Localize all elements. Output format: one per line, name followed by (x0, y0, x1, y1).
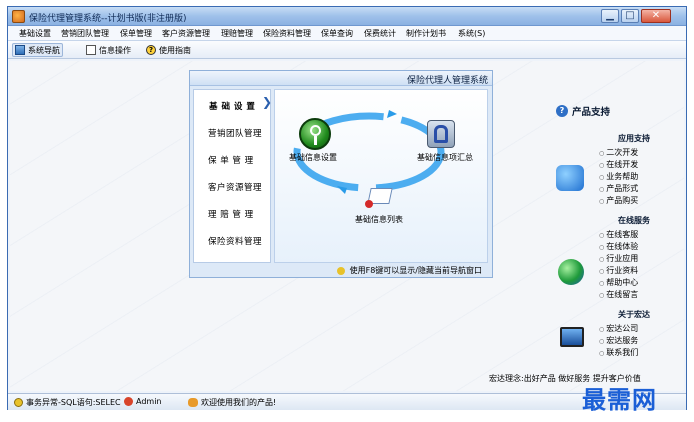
toolbar: 系统导航 信息操作 ? 使用指南 (8, 41, 686, 59)
nav-item-customers[interactable]: 客户资源管理 (208, 181, 262, 193)
nav-item-basic-settings[interactable]: 基 础 设 置 (209, 100, 255, 112)
person-icon (434, 125, 448, 143)
help-circle-icon: ? (556, 105, 568, 117)
link-online-dev[interactable]: 在线开发 (599, 159, 638, 170)
window-icon (86, 45, 96, 55)
link-purchase[interactable]: 产品购买 (599, 195, 638, 206)
status-user: Admin (124, 397, 162, 406)
navigation-panel: 保险代理人管理系统 基 础 设 置 营销团队管理 保 单 管 理 客户资源管理 … (189, 70, 493, 278)
down-arrow-icon (337, 266, 346, 275)
product-support-panel: ? 产品支持 应用支持 二次开发 在线开发 业务帮助 产品形式 产品购买 在线服… (548, 103, 688, 373)
link-online-chat[interactable]: 在线客服 (599, 229, 638, 240)
link-help-center[interactable]: 帮助中心 (599, 277, 638, 288)
link-industry-app[interactable]: 行业应用 (599, 253, 638, 264)
link-company[interactable]: 宏达公司 (599, 323, 638, 334)
menu-customers[interactable]: 客户资源管理 (162, 28, 210, 39)
help-label: 使用指南 (159, 45, 191, 55)
nav-item-materials[interactable]: 保险资料管理 (208, 235, 262, 247)
menu-premium-stats[interactable]: 保费统计 (364, 28, 396, 39)
menu-claims[interactable]: 理赔管理 (221, 28, 253, 39)
section-online-service: 在线服务 (618, 216, 650, 225)
app-icon (12, 10, 25, 23)
link-industry-data[interactable]: 行业资料 (599, 265, 638, 276)
status-welcome: 欢迎使用我们的产品! (188, 397, 276, 408)
maximize-button[interactable]: □ (621, 9, 639, 23)
status-sql: 事务异常-SQL语句:SELEC (14, 397, 121, 408)
monitor-icon (560, 327, 584, 347)
menu-bar: 基础设置 营销团队管理 保单管理 客户资源管理 理赔管理 保险资料管理 保单查询… (8, 26, 686, 41)
menu-materials[interactable]: 保险资料管理 (263, 28, 311, 39)
node-summary-label: 基础信息项汇总 (417, 153, 473, 162)
workflow-arrows (293, 110, 445, 194)
arrow-head-icon (387, 110, 397, 118)
help-button[interactable]: ? 使用指南 (144, 43, 193, 57)
nav-panel-footer: 使用F8键可以显示/隐藏当前导航窗口 (274, 265, 488, 277)
forward-arrow-icon (556, 165, 584, 191)
chevron-right-icon: ❯ (262, 95, 273, 109)
nav-toggle-button[interactable]: 系统导航 (12, 43, 63, 57)
support-title: 产品支持 (572, 107, 611, 118)
menu-system[interactable]: 系统(S) (458, 28, 485, 39)
nav-panel-header: 保险代理人管理系统 (190, 71, 492, 86)
section-about: 关于宏达 (618, 310, 650, 319)
menu-basic-settings[interactable]: 基础设置 (19, 28, 51, 39)
pen-icon (365, 200, 373, 208)
nav-module-list: 基 础 设 置 营销团队管理 保 单 管 理 客户资源管理 理 赔 管 理 保险… (193, 89, 271, 263)
link-service[interactable]: 宏达服务 (599, 335, 638, 346)
workflow-diagram: 基础信息设置 基础信息项汇总 基础信息列表 (274, 89, 488, 263)
nav-item-sales-team[interactable]: 营销团队管理 (208, 127, 262, 139)
summary-node-icon[interactable] (427, 120, 455, 148)
nav-item-claims[interactable]: 理 赔 管 理 (208, 208, 254, 220)
nav-panel-title: 保险代理人管理系统 (406, 76, 488, 86)
list-node-icon[interactable] (365, 188, 393, 210)
section-app-support: 应用支持 (618, 134, 650, 143)
status-sql-text: 事务异常-SQL语句:SELEC (26, 398, 121, 407)
link-message[interactable]: 在线留言 (599, 289, 638, 300)
group-icon (188, 398, 198, 407)
user-icon (124, 397, 133, 406)
close-button[interactable]: ✕ (641, 9, 671, 23)
warning-icon (14, 398, 23, 407)
window-title: 保险代理管理系统--计划书版(非注册版) (29, 14, 187, 24)
info-label: 信息操作 (99, 45, 131, 55)
node-list-label: 基础信息列表 (355, 215, 403, 224)
link-business-help[interactable]: 业务帮助 (599, 171, 638, 182)
node-settings-label: 基础信息设置 (289, 153, 337, 162)
nav-toggle-label: 系统导航 (28, 45, 60, 55)
app-window: 保险代理管理系统--计划书版(非注册版) ▁ □ ✕ 基础设置 营销团队管理 保… (7, 6, 687, 410)
site-watermark: 最需网 (582, 385, 657, 414)
menu-plan[interactable]: 制作计划书 (406, 28, 446, 39)
refresh-globe-icon (558, 259, 584, 285)
settings-node-icon[interactable] (299, 118, 331, 150)
keyhole-icon (310, 125, 321, 136)
nav-footer-hint: 使用F8键可以显示/隐藏当前导航窗口 (349, 266, 482, 275)
title-bar[interactable]: 保险代理管理系统--计划书版(非注册版) ▁ □ ✕ (8, 7, 686, 26)
info-button[interactable]: 信息操作 (84, 43, 133, 57)
link-product-form[interactable]: 产品形式 (599, 183, 638, 194)
nav-item-policy[interactable]: 保 单 管 理 (208, 154, 254, 166)
menu-policy-query[interactable]: 保单查询 (321, 28, 353, 39)
minimize-button[interactable]: ▁ (601, 9, 619, 23)
status-user-text: Admin (136, 397, 162, 406)
monitor-icon (15, 45, 25, 55)
menu-sales-team[interactable]: 营销团队管理 (61, 28, 109, 39)
link-secondary-dev[interactable]: 二次开发 (599, 147, 638, 158)
menu-policy[interactable]: 保单管理 (120, 28, 152, 39)
link-online-trial[interactable]: 在线体验 (599, 241, 638, 252)
help-icon: ? (146, 45, 156, 55)
keyhole-stem-icon (314, 136, 317, 145)
link-contact[interactable]: 联系我们 (599, 347, 638, 358)
status-welcome-text: 欢迎使用我们的产品! (201, 398, 277, 407)
